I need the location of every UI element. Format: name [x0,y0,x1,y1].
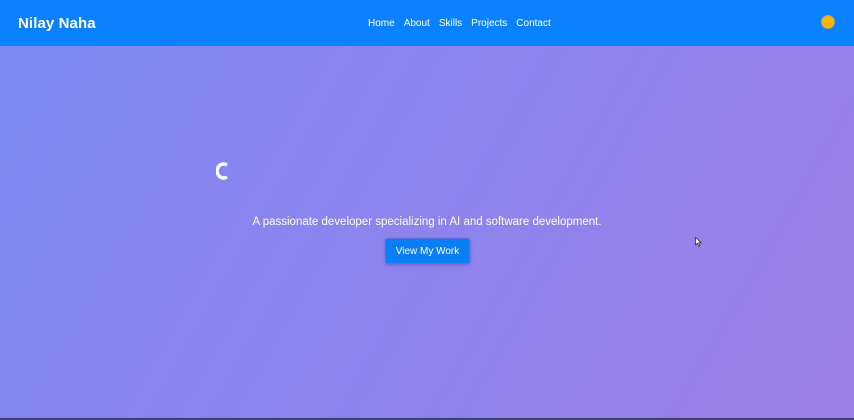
nav-link-projects[interactable]: Projects [471,18,507,29]
nav-link-skills[interactable]: Skills [439,18,462,29]
hero-subtitle: A passionate developer specializing in A… [252,215,602,228]
view-my-work-button[interactable]: View My Work [385,238,470,264]
nav-links: Home About Skills Projects Contact [368,0,551,46]
sun-toggle-icon[interactable] [822,16,834,28]
typing-cursor-icon [216,162,228,180]
nav-link-home[interactable]: Home [368,18,395,29]
mouse-pointer-icon [695,237,702,247]
page: Nilay Naha Home About Skills Projects Co… [0,0,854,420]
nav-link-contact[interactable]: Contact [516,18,550,29]
navbar: Nilay Naha Home About Skills Projects Co… [0,0,854,46]
hero-section: A passionate developer specializing in A… [0,46,854,420]
brand-logo[interactable]: Nilay Naha [18,15,96,32]
nav-link-about[interactable]: About [404,18,430,29]
